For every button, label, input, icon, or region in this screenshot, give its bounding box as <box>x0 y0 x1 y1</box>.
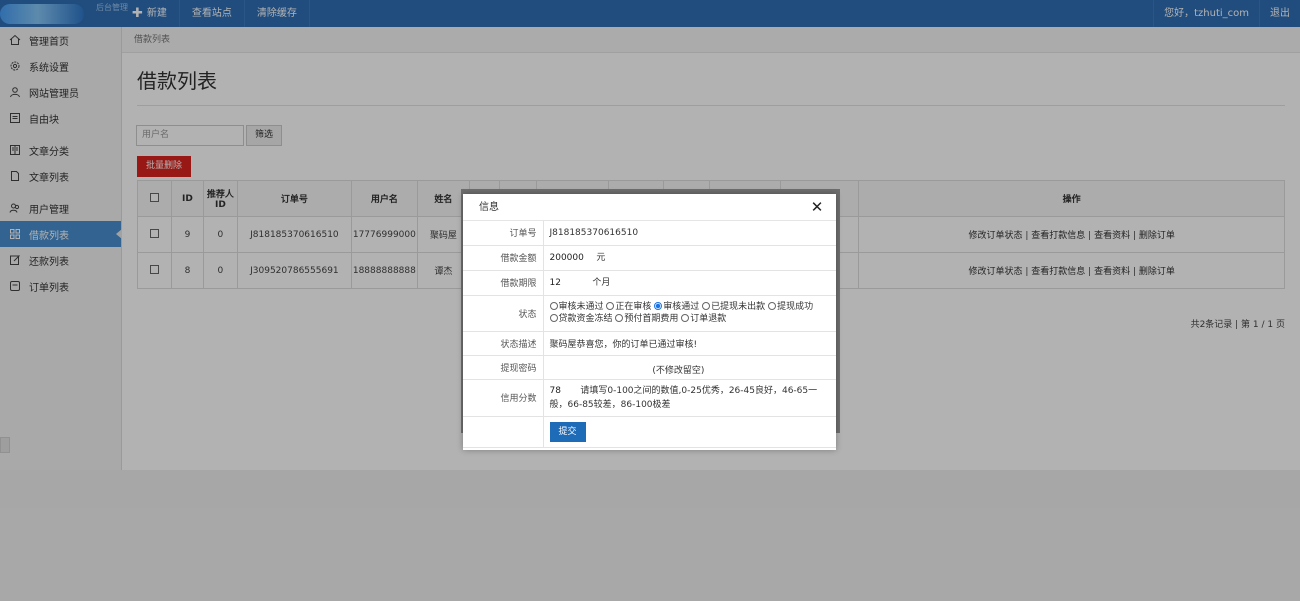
status-option-label: 正在审核 <box>615 302 652 312</box>
form-row: 订单号 J818185370616510 <box>463 221 836 246</box>
status-desc-input[interactable]: 聚码屋恭喜您，你的订单已通过审核! <box>543 331 836 356</box>
credit-score-hint: 请填写0-100之间的数值,0-25优秀，26-45良好，46-65一般，66-… <box>549 385 818 410</box>
credit-score-input[interactable]: 78 <box>550 384 578 399</box>
form-row: 提现密码 (不修改留空) <box>463 355 836 380</box>
info-dialog: 信息 ✕ 订单号 J818185370616510 借款金额 200000 元 … <box>463 194 836 450</box>
status-radio[interactable] <box>549 302 558 310</box>
status-option-label: 审核未通过 <box>558 302 604 312</box>
loan-info-form: 订单号 J818185370616510 借款金额 200000 元 借款期限 … <box>463 221 836 448</box>
status-radio[interactable] <box>768 302 777 310</box>
form-row: 状态描述 聚码屋恭喜您，你的订单已通过审核! <box>463 331 836 356</box>
dialog-header: 信息 ✕ <box>463 194 836 221</box>
term-unit: 个月 <box>592 277 611 288</box>
status-radio[interactable] <box>615 314 624 322</box>
term-label: 借款期限 <box>463 270 544 296</box>
status-radio[interactable] <box>681 314 690 322</box>
status-option-label: 审核通过 <box>663 302 700 312</box>
status-radio[interactable] <box>606 302 615 310</box>
amount-label: 借款金额 <box>463 245 544 271</box>
form-row: 信用分数 78 请填写0-100之间的数值,0-25优秀，26-45良好，46-… <box>463 379 836 417</box>
status-option-label: 提现成功 <box>777 302 814 312</box>
status-option-label: 预付首期费用 <box>624 314 679 324</box>
term-input[interactable]: 12 <box>550 276 590 291</box>
form-row: 借款金额 200000 元 <box>463 245 836 271</box>
order-no-label: 订单号 <box>463 221 544 246</box>
status-desc-label: 状态描述 <box>463 331 544 356</box>
status-radio[interactable] <box>702 302 711 310</box>
close-icon[interactable]: ✕ <box>810 199 824 215</box>
form-row: 借款期限 12 个月 <box>463 270 836 296</box>
status-option-label: 贷款资金冻结 <box>558 314 613 324</box>
status-option-label: 订单退款 <box>690 314 727 324</box>
dialog-title: 信息 <box>479 202 499 213</box>
status-radio-selected[interactable] <box>654 302 663 310</box>
withdraw-password-input[interactable] <box>550 358 650 373</box>
status-label: 状态 <box>463 295 544 332</box>
status-option-label: 已提现未出款 <box>711 302 766 312</box>
amount-unit: 元 <box>596 252 606 263</box>
amount-input[interactable]: 200000 <box>550 251 594 266</box>
submit-button[interactable]: 提交 <box>549 421 586 442</box>
withdraw-password-hint: (不修改留空) <box>652 366 705 376</box>
form-row: 提交 <box>463 416 836 448</box>
status-radio-group: 审核未通过 正在审核 审核通过 已提现未出款 提现成功 贷款资金冻结 预付首期费… <box>543 295 836 332</box>
credit-score-label: 信用分数 <box>463 379 544 417</box>
status-radio[interactable] <box>549 314 558 322</box>
withdraw-password-label: 提现密码 <box>463 355 544 380</box>
order-no-value: J818185370616510 <box>543 221 836 246</box>
form-row: 状态 审核未通过 正在审核 审核通过 已提现未出款 提现成功 贷款资金冻结 预付… <box>463 295 836 332</box>
